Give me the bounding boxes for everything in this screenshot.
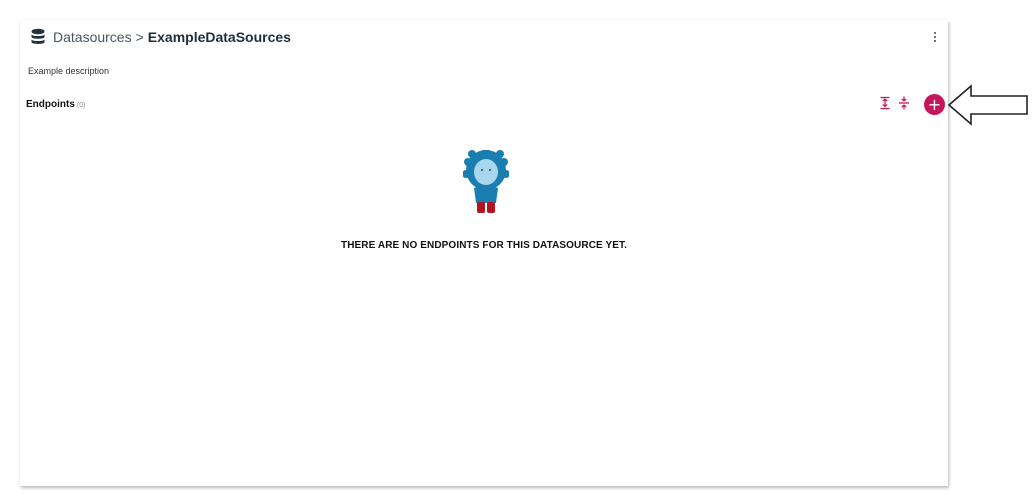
breadcrumb-separator: > <box>135 29 144 45</box>
breadcrumb: Datasources > ExampleDataSources <box>30 28 291 46</box>
endpoints-title: Endpoints <box>26 99 75 110</box>
left-arrow-icon <box>947 84 1029 126</box>
datasource-description: Example description <box>28 66 110 76</box>
datasource-card: Datasources > ExampleDataSources Example… <box>20 20 948 486</box>
database-icon <box>30 28 46 46</box>
empty-state-mascot-illustration <box>462 147 510 214</box>
collapse-all-icon[interactable] <box>897 96 911 110</box>
page-title: ExampleDataSources <box>147 29 291 45</box>
endpoints-count: (0) <box>76 102 86 109</box>
add-endpoint-button[interactable]: + <box>924 94 945 115</box>
empty-state-message: THERE ARE NO ENDPOINTS FOR THIS DATASOUR… <box>340 240 628 251</box>
breadcrumb-datasources-link[interactable]: Datasources <box>53 29 132 45</box>
expand-all-icon[interactable] <box>878 96 892 110</box>
endpoints-heading: Endpoints (0) <box>26 99 85 110</box>
more-options-icon[interactable] <box>930 30 940 44</box>
